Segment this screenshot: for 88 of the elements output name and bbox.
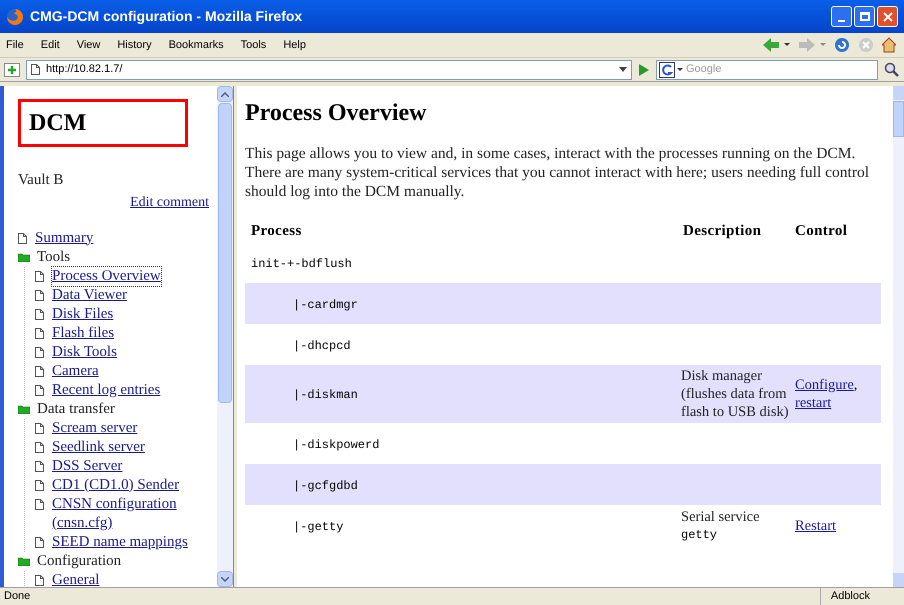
folder-label: Data transfer (37, 400, 115, 418)
status-text: Done (4, 589, 32, 604)
nav-link[interactable]: Process Overview (52, 266, 161, 286)
menu-item[interactable]: File (6, 36, 24, 54)
close-button[interactable] (877, 6, 898, 27)
folder-icon (18, 252, 30, 262)
dropdown-caret-icon[interactable] (619, 67, 627, 72)
column-header: Process (251, 223, 302, 239)
description-text: Serial service (681, 508, 761, 526)
page-icon (35, 308, 44, 320)
menu-item[interactable]: Edit (40, 36, 60, 54)
description-code: getty (681, 526, 718, 544)
folder-label: Configuration (37, 552, 122, 570)
nav-link[interactable]: SEED name mappings (52, 532, 188, 552)
menu-item[interactable]: Tools (240, 36, 266, 54)
search-field[interactable]: Google (686, 61, 877, 78)
go-arrow-icon[interactable] (638, 62, 650, 76)
page-icon (35, 328, 44, 338)
nav-link[interactable]: Seedlink server (52, 438, 145, 456)
nav-link[interactable]: CD1 (CD1.0) Sender (52, 476, 180, 494)
page-icon (35, 346, 44, 358)
process-name: |-dhcpcd (293, 338, 351, 352)
nav-link[interactable]: DSS Server (52, 456, 122, 476)
menu-item[interactable]: Help (283, 36, 306, 54)
column-header: Control (795, 223, 848, 239)
page-icon (35, 480, 44, 490)
back-arrow-icon[interactable] (762, 37, 790, 53)
process-name: |-getty (293, 520, 344, 534)
page-icon (35, 442, 44, 452)
menu-item[interactable]: History (117, 36, 152, 54)
menu-item[interactable]: View (76, 36, 100, 54)
process-name: |-cardmgr (293, 298, 358, 312)
scroll-up-icon[interactable] (221, 92, 229, 96)
search-icon[interactable] (884, 62, 900, 78)
nav-link[interactable]: Flash files (52, 324, 114, 342)
process-name: |-gcfgdbd (293, 478, 358, 492)
page-title: Process Overview (245, 99, 428, 128)
address-field[interactable]: http://10.82.1.7/ (26, 60, 632, 80)
nav-link[interactable]: CNSN configuration (cnsn.cfg) (52, 494, 209, 532)
page-icon (35, 498, 44, 510)
page-icon (35, 422, 44, 434)
addon-label[interactable]: Adblock (820, 588, 900, 605)
menu-item[interactable]: Bookmarks (168, 36, 224, 54)
description-text: Disk manager (flushes data from flash to USB disk) (681, 367, 789, 421)
nav-link[interactable]: Recent log entries (52, 380, 160, 400)
control-link[interactable]: restart (795, 394, 832, 412)
folder-label: Tools (37, 248, 70, 266)
comment-text: Vault B (18, 171, 64, 190)
scroll-down-icon[interactable] (221, 576, 229, 582)
nav-link[interactable]: Data Viewer (52, 286, 128, 304)
control-link[interactable]: Configure (795, 376, 854, 394)
page-icon (35, 270, 44, 282)
page-icon (31, 64, 40, 75)
search-bar[interactable]: Google (656, 60, 878, 80)
add-bookmark-icon[interactable] (4, 62, 20, 76)
minimize-button[interactable] (831, 6, 852, 27)
search-engine-icon[interactable] (659, 62, 683, 78)
device-heading: DCM (18, 99, 188, 147)
page-icon (35, 366, 44, 376)
folder-icon (18, 556, 30, 566)
home-icon[interactable] (882, 37, 896, 53)
close-icon (882, 12, 892, 22)
page-icon (35, 536, 44, 548)
page-icon (35, 460, 44, 472)
page-icon (35, 384, 44, 396)
process-name: |-diskman (293, 388, 358, 402)
page-icon (18, 232, 27, 244)
scrollbar[interactable] (893, 86, 904, 587)
separator-text: , (854, 376, 858, 394)
folder-icon (18, 404, 30, 414)
window-title: CMG-DCM configuration - Mozilla Firefox (30, 7, 304, 26)
nav-link[interactable]: Scream server (52, 418, 138, 438)
nav-link[interactable]: Disk Files (52, 304, 114, 324)
control-link[interactable]: Restart (795, 516, 836, 534)
column-header: Description (683, 223, 762, 239)
intro-paragraph: This page allows you to view and, in some cases, interact with the processes running on the DCM. There are many system-critical services that you cannot interact with here; users needing full control should log into the DCM manually. (245, 144, 870, 201)
page-icon (35, 290, 44, 300)
browser-logo-icon (6, 8, 24, 26)
process-name: init-+-bdflush (251, 257, 352, 271)
scrollbar[interactable] (217, 86, 233, 587)
nav-link[interactable]: Camera (52, 362, 99, 380)
edit-comment-link[interactable]: Edit comment (130, 192, 209, 212)
nav-link[interactable]: Summary (35, 228, 94, 248)
maximize-button[interactable] (854, 6, 875, 27)
nav-link[interactable]: Disk Tools (52, 342, 117, 362)
process-name: |-diskpowerd (293, 438, 380, 452)
reload-icon[interactable] (834, 37, 850, 53)
nav-link[interactable]: General (52, 570, 100, 587)
